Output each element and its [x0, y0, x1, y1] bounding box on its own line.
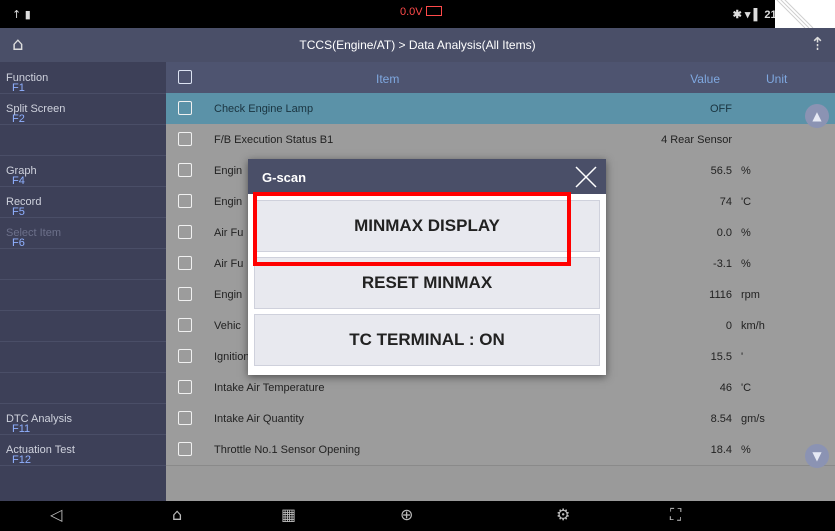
title-bar: ⌂ TCCS(Engine/AT) > Data Analysis(All It… [0, 28, 835, 62]
row-value: 4 Rear Sensor [661, 134, 732, 146]
row-item: Throttle No.1 Sensor Opening [214, 444, 361, 456]
row-value: -3.1 [713, 258, 732, 270]
settings-icon[interactable]: ⚙ [556, 505, 570, 524]
dialog-title: G-scan [262, 170, 307, 185]
voltage-text: 0.0V [400, 6, 423, 18]
table-row[interactable]: Throttle No.1 Sensor Opening 18.4 % [166, 434, 835, 466]
row-checkbox[interactable] [178, 318, 192, 332]
sidebar-item-select-item: F6 Select Item [0, 217, 166, 249]
row-unit: ' [741, 351, 744, 363]
sidebar-item-graph[interactable]: F4 Graph [0, 155, 166, 187]
sidebar-item-record[interactable]: F5 Record [0, 186, 166, 218]
row-item: Intake Air Quantity [214, 413, 304, 425]
row-item: F/B Execution Status B1 [214, 134, 334, 146]
row-unit: % [741, 258, 751, 270]
row-checkbox[interactable] [178, 411, 192, 425]
highlight-box [253, 192, 571, 266]
table-row[interactable]: Check Engine Lamp OFF [166, 93, 835, 125]
page-corner-decoration [775, 0, 835, 28]
row-checkbox[interactable] [178, 380, 192, 394]
tc-terminal-button[interactable]: TC TERMINAL : ON [254, 314, 600, 366]
status-bar: ↑ ▮ 0.0V ✱ ▾ ▌ 21% 3:26 PM [0, 0, 835, 28]
row-value: 56.5 [710, 165, 732, 177]
sidebar-item-empty [0, 310, 166, 342]
row-checkbox[interactable] [178, 287, 192, 301]
android-nav-bar: ◁ ⌂ ▦ ⊕ ⚙ ⛶ [0, 501, 835, 531]
row-checkbox[interactable] [178, 101, 192, 115]
row-unit: % [741, 165, 751, 177]
row-value: OFF [710, 103, 732, 115]
row-unit: % [741, 444, 751, 456]
row-unit: km/h [741, 320, 765, 332]
row-checkbox[interactable] [178, 132, 192, 146]
sidebar-item-empty [0, 279, 166, 311]
apps-icon[interactable]: ▦ [281, 505, 296, 524]
row-item: Check Engine Lamp [214, 103, 314, 115]
sidebar-item-actuation-test[interactable]: F12 Actuation Test [0, 434, 166, 466]
row-checkbox[interactable] [178, 163, 192, 177]
app-frame: ↑ ▮ 0.0V ✱ ▾ ▌ 21% 3:26 PM ⌂ TCCS(Engine… [0, 0, 835, 531]
close-icon[interactable] [574, 165, 598, 189]
row-unit: % [741, 227, 751, 239]
table-header: Item Value Unit [166, 62, 835, 93]
sidebar-item-empty [0, 124, 166, 156]
table-row[interactable]: Intake Air Quantity 8.54 gm/s [166, 403, 835, 435]
sidebar-item-function[interactable]: F1 Function [0, 62, 166, 94]
row-unit: 'C [741, 382, 752, 394]
sidebar-item-split-screen[interactable]: F2 Split Screen [0, 93, 166, 125]
row-unit: gm/s [741, 413, 765, 425]
row-item: Intake Air Temperature [214, 382, 325, 394]
page-title: TCCS(Engine/AT) > Data Analysis(All Item… [299, 38, 536, 52]
row-value: 46 [719, 382, 732, 394]
table-row[interactable]: F/B Execution Status B1 4 Rear Sensor [166, 124, 835, 156]
fullscreen-icon[interactable]: ⛶ [670, 505, 681, 525]
function-key: F12 [12, 454, 31, 466]
select-all-checkbox[interactable] [178, 70, 192, 84]
row-value: 8.54 [710, 413, 732, 425]
row-checkbox[interactable] [178, 442, 192, 456]
row-checkbox[interactable] [178, 225, 192, 239]
back-icon[interactable]: ◁ [50, 505, 62, 524]
row-unit: 'C [741, 196, 752, 208]
row-item: Engin [214, 289, 243, 301]
battery-icon [425, 6, 442, 16]
home-icon[interactable]: ⌂ [172, 505, 182, 524]
row-value: 0 [725, 320, 732, 332]
row-item: Engin [214, 165, 243, 177]
row-value: 1116 [709, 289, 732, 301]
upload-icon[interactable]: ⇡ [810, 34, 825, 55]
row-value: 74 [719, 196, 732, 208]
sidebar-item-empty [0, 372, 166, 404]
row-unit: rpm [741, 289, 760, 301]
status-left: ↑ ▮ [12, 8, 31, 21]
voltage-indicator: 0.0V [400, 6, 442, 18]
row-item: Vehic [214, 320, 241, 332]
row-value: 18.4 [710, 444, 732, 456]
sidebar-item-empty [0, 341, 166, 373]
table-row[interactable]: Intake Air Temperature 46 'C [166, 372, 835, 404]
row-item: Air Fu [214, 227, 244, 239]
row-value: 0.0 [716, 227, 732, 239]
row-checkbox[interactable] [178, 349, 192, 363]
row-value: 15.5 [710, 351, 732, 363]
column-header-unit: Unit [766, 72, 788, 86]
scroll-up-icon[interactable]: ▲ [805, 104, 829, 128]
sidebar-item-empty [0, 248, 166, 280]
sidebar-item-dtc-analysis[interactable]: F11 DTC Analysis [0, 403, 166, 435]
row-checkbox[interactable] [178, 194, 192, 208]
function-sidebar: F1 Function F2 Split Screen F4 Graph F5 Reco… [0, 62, 166, 501]
dialog-title-bar: G-scan [248, 159, 606, 194]
globe-icon[interactable]: ⊕ [400, 505, 413, 524]
column-header-item: Item [376, 72, 400, 86]
scroll-down-icon[interactable]: ▼ [805, 444, 829, 468]
column-header-value: Value [690, 72, 720, 86]
row-item: Air Fu [214, 258, 244, 270]
row-item: Engin [214, 196, 243, 208]
row-checkbox[interactable] [178, 256, 192, 270]
